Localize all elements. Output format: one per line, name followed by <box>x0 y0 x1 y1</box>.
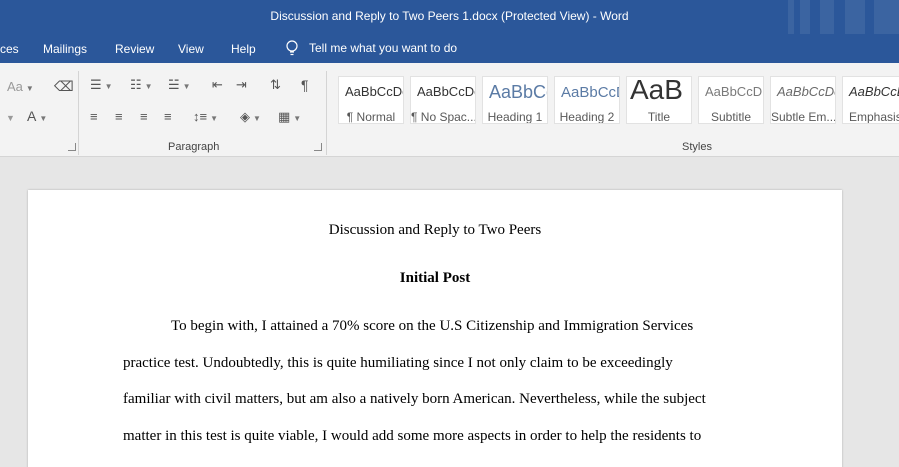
paragraph-line: practice test. Undoubtedly, this is quit… <box>123 355 673 371</box>
title-decoration <box>788 0 794 34</box>
tab-view[interactable]: View <box>178 42 204 56</box>
document-page[interactable]: Discussion and Reply to Two Peers Initia… <box>28 190 842 467</box>
lightbulb-icon <box>286 40 298 56</box>
style-no-spacing[interactable]: AaBbCcDc ¶ No Spac... <box>410 76 476 124</box>
ribbon-tab-bar: ces Mailings Review View Help Tell me wh… <box>0 34 899 63</box>
justify-icon[interactable]: ≡ <box>164 109 172 125</box>
tab-mailings[interactable]: Mailings <box>43 42 87 56</box>
style-title[interactable]: AaB Title <box>626 76 692 124</box>
align-center-icon[interactable]: ≡ <box>115 109 123 125</box>
tab-help[interactable]: Help <box>231 42 256 56</box>
tell-me-label: Tell me what you want to do <box>309 41 458 55</box>
style-subtitle[interactable]: AaBbCcD Subtitle <box>698 76 764 124</box>
title-decoration <box>874 0 899 34</box>
font-dialog-launcher-icon[interactable] <box>68 143 76 151</box>
bullets-icon[interactable]: ☰ ▼ <box>90 77 113 95</box>
clear-formatting-icon[interactable]: ⌫ <box>54 78 74 94</box>
tab-references[interactable]: ces <box>0 42 19 56</box>
document-heading: Initial Post <box>399 270 471 286</box>
tab-review[interactable]: Review <box>115 42 154 56</box>
title-decoration <box>845 0 865 34</box>
dropdown-caret-icon[interactable]: ▼ <box>6 110 15 126</box>
paragraph-line: To begin with, I attained a 70% score on… <box>171 318 694 334</box>
title-decoration <box>820 0 834 34</box>
borders-icon[interactable]: ▦ ▼ <box>278 109 301 127</box>
style-normal[interactable]: AaBbCcDc ¶ Normal <box>338 76 404 124</box>
group-separator <box>326 71 327 155</box>
align-left-icon[interactable]: ≡ <box>90 109 98 125</box>
tell-me-search[interactable]: Tell me what you want to do <box>285 40 457 56</box>
line-spacing-icon[interactable]: ↕≡ ▼ <box>193 109 218 127</box>
title-bar: Discussion and Reply to Two Peers 1.docx… <box>0 0 899 34</box>
styles-group-label: Styles <box>682 141 712 153</box>
numbering-icon[interactable]: ☷ ▼ <box>130 77 153 95</box>
title-decoration <box>800 0 810 34</box>
window-title: Discussion and Reply to Two Peers 1.docx… <box>270 9 629 23</box>
document-area[interactable]: Discussion and Reply to Two Peers Initia… <box>0 158 899 467</box>
group-separator <box>78 71 79 155</box>
align-right-icon[interactable]: ≡ <box>140 109 148 125</box>
change-case-button[interactable]: Aa ▼ <box>7 79 34 97</box>
style-heading-2[interactable]: AaBbCcD Heading 2 <box>554 76 620 124</box>
paragraph-dialog-launcher-icon[interactable] <box>314 143 322 151</box>
document-title: Discussion and Reply to Two Peers <box>328 222 542 238</box>
shading-icon[interactable]: ◈ ▼ <box>240 109 261 127</box>
style-emphasis[interactable]: AaBbCcDc Emphasis <box>842 76 899 124</box>
decrease-indent-icon[interactable]: ⇤ <box>212 77 223 93</box>
font-color-button[interactable]: A ▼ <box>27 108 47 127</box>
style-heading-1[interactable]: AaBbCc Heading 1 <box>482 76 548 124</box>
increase-indent-icon[interactable]: ⇥ <box>236 77 247 93</box>
multilevel-list-icon[interactable]: ☱ ▼ <box>168 77 191 95</box>
paragraph-line: matter in this test is quite viable, I w… <box>123 428 702 444</box>
paragraph-group-label: Paragraph <box>168 141 220 153</box>
show-formatting-marks-icon[interactable]: ¶ <box>301 77 309 93</box>
paragraph-line: familiar with civil matters, but am also… <box>123 391 706 407</box>
style-subtle-emphasis[interactable]: AaBbCcDc Subtle Em... <box>770 76 836 124</box>
ribbon: Aa ▼ ⌫ ▼ A ▼ ☰ ▼ ☷ ▼ ☱ ▼ ⇤ ⇥ ⇅ ¶ ≡ ≡ ≡ ≡ ↕≡ ▼ … <box>0 63 899 157</box>
sort-icon[interactable]: ⇅ <box>270 77 281 93</box>
